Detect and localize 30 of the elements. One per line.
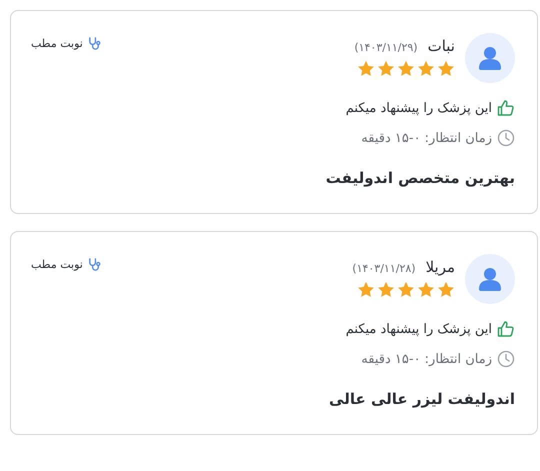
star-icon	[357, 281, 375, 299]
stethoscope-icon	[86, 257, 102, 272]
avatar-icon	[465, 33, 515, 83]
recommendation-text: این پزشک را پیشنهاد میکنم	[346, 100, 492, 116]
star-icon	[417, 60, 435, 78]
star-icon	[437, 60, 455, 78]
star-icon	[377, 60, 395, 78]
clock-icon	[497, 129, 515, 147]
visit-type: نوبت مطب	[31, 37, 83, 50]
recommendation-text: این پزشک را پیشنهاد میکنم	[346, 322, 492, 336]
review-comment: بهترین متخصص اندولیفت	[324, 169, 515, 187]
wait-time: زمان انتظار: ۰-۱۵ دقیقه	[361, 130, 492, 146]
star-icon	[397, 60, 415, 78]
star-icon	[437, 281, 455, 299]
review-date: (۱۴۰۳/۱۱/۲۸)	[352, 262, 416, 275]
review-comment: اندولیفت لیزر عالی عالی	[328, 390, 515, 408]
star-icon	[417, 281, 435, 299]
avatar-icon	[465, 254, 515, 304]
review-date: (۱۴۰۳/۱۱/۲۹)	[354, 41, 418, 54]
stethoscope-icon	[86, 36, 102, 51]
thumbs-up-icon	[497, 99, 515, 117]
star-icon	[377, 281, 395, 299]
reviewer-name: مریلا	[426, 258, 455, 276]
star-icon	[397, 281, 415, 299]
wait-time: زمان انتظار: ۰-۱۵ دقیقه	[361, 352, 492, 366]
star-icon	[357, 60, 375, 78]
reviewer-name: نبات	[428, 37, 455, 55]
clock-icon	[497, 350, 515, 368]
visit-type: نوبت مطب	[31, 258, 83, 271]
thumbs-up-icon	[497, 320, 515, 338]
